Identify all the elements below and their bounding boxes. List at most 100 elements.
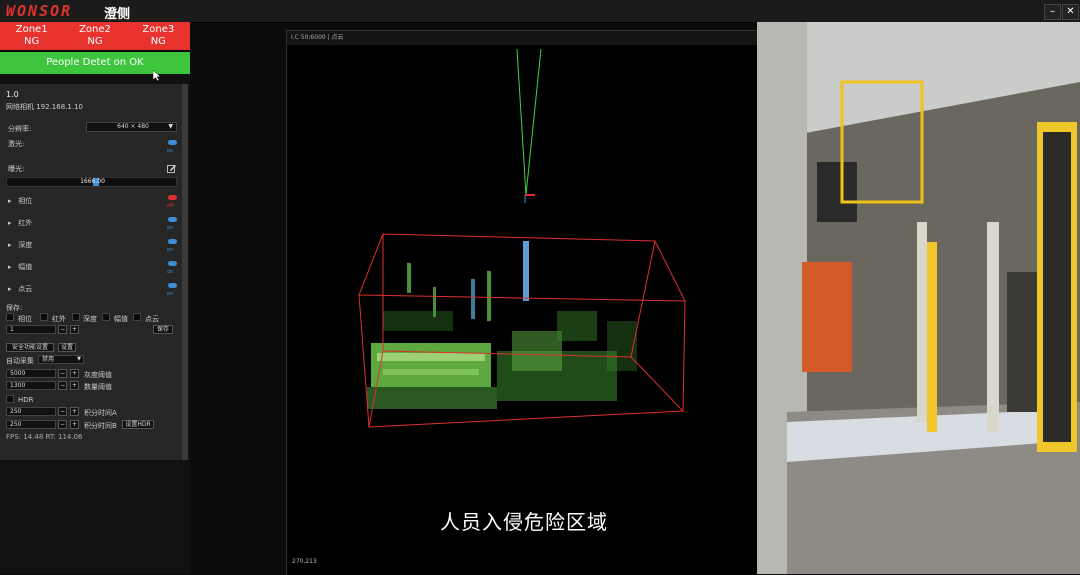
- layer-infrared-label: 红外: [18, 219, 33, 227]
- integration-b-input[interactable]: 250: [6, 420, 56, 429]
- layer-phase-toggle[interactable]: [168, 195, 177, 200]
- layer-depth-state: on: [167, 247, 174, 253]
- zone-2-name: Zone2: [79, 24, 111, 35]
- save-pointcloud-checkbox[interactable]: [133, 313, 141, 321]
- save-amplitude-checkbox[interactable]: [102, 313, 110, 321]
- point-cloud-canvas[interactable]: [287, 31, 757, 575]
- save-amplitude-label: 幅值: [114, 315, 128, 323]
- device-ip: 网络相机 192.168.1.10: [6, 103, 83, 111]
- layer-pointcloud-toggle[interactable]: [168, 283, 177, 288]
- integration-a-decrement[interactable]: −: [58, 407, 67, 416]
- save-count-decrement[interactable]: −: [58, 325, 67, 334]
- integration-b-label: 积分时间B: [84, 422, 117, 430]
- auto-collect-label: 自动采集: [6, 357, 34, 365]
- zone-3-status: NG: [150, 36, 166, 47]
- title-bar: WONSOR 澄侧 – ✕: [0, 0, 1080, 23]
- fps-readout: FPS: 14.48 RT: 114.06: [6, 433, 83, 441]
- settings-scrollbar[interactable]: [182, 84, 188, 460]
- point-cloud-viewer[interactable]: I.C 50:6000 | 点云: [286, 30, 761, 575]
- layer-infrared-state: on: [167, 225, 174, 231]
- layer-amplitude-state: on: [167, 269, 174, 275]
- zone-1-name: Zone1: [15, 24, 48, 35]
- edit-icon[interactable]: [167, 164, 176, 173]
- exposure-slider[interactable]: 1666.00: [6, 177, 177, 187]
- save-button[interactable]: 保存: [153, 325, 173, 334]
- set-hdr-button[interactable]: 设置HDR: [122, 420, 154, 429]
- brand-suffix: 澄侧: [104, 7, 131, 22]
- save-phase-label: 相位: [18, 315, 32, 323]
- layer-infrared-toggle[interactable]: [168, 217, 177, 222]
- exposure-value: 1666.00: [80, 178, 105, 185]
- layer-row-amplitude[interactable]: ▸ 幅值: [8, 262, 32, 272]
- chevron-down-icon: ▼: [168, 123, 173, 130]
- resolution-value: 640 × 480: [117, 123, 149, 130]
- layer-row-phase[interactable]: ▸ 相位: [8, 196, 32, 206]
- camera-feed-image: [757, 22, 1080, 574]
- count-threshold-decrement[interactable]: −: [58, 381, 67, 390]
- zone-1: Zone1 NG: [0, 22, 63, 50]
- hdr-label: HDR: [18, 396, 34, 404]
- zone-status-bar: Zone1 NG Zone2 NG Zone3 NG: [0, 22, 190, 50]
- integration-b-increment[interactable]: +: [70, 420, 79, 429]
- resolution-select[interactable]: 640 × 480 ▼: [86, 122, 177, 132]
- integration-a-label: 积分时间A: [84, 409, 117, 417]
- count-threshold-label: 数量阈值: [84, 383, 112, 391]
- auto-collect-value: 禁用: [42, 356, 55, 363]
- layer-row-infrared[interactable]: ▸ 红外: [8, 218, 32, 228]
- chevron-down-icon: ▼: [77, 356, 81, 362]
- auto-collect-select[interactable]: 禁用 ▼: [38, 355, 84, 364]
- integration-a-input[interactable]: 250: [6, 407, 56, 416]
- device-version: 1.0: [6, 90, 19, 99]
- gray-threshold-increment[interactable]: +: [70, 369, 79, 378]
- axis-line: [525, 48, 542, 196]
- laser-label: 激光:: [8, 140, 25, 148]
- gray-threshold-input[interactable]: 5000: [6, 369, 56, 378]
- save-count-increment[interactable]: +: [70, 325, 79, 334]
- save-label: 保存:: [6, 304, 23, 312]
- close-button[interactable]: ✕: [1062, 4, 1079, 20]
- layer-pointcloud-state: on: [167, 291, 174, 297]
- layer-row-pointcloud[interactable]: ▸ 点云: [8, 284, 32, 294]
- save-count-input[interactable]: 1: [6, 325, 56, 334]
- safety-settings-button[interactable]: 安全功能设置: [6, 343, 54, 352]
- settings-panel: 1.0 网络相机 192.168.1.10 分辨率: 640 × 480 ▼ 激…: [0, 84, 182, 460]
- save-depth-checkbox[interactable]: [72, 313, 80, 321]
- save-phase-checkbox[interactable]: [6, 313, 14, 321]
- layer-depth-toggle[interactable]: [168, 239, 177, 244]
- laser-toggle-state: on: [167, 148, 174, 154]
- exposure-label: 曝光:: [8, 165, 25, 173]
- save-depth-label: 深度: [83, 315, 97, 323]
- resolution-label: 分辨率:: [8, 125, 32, 133]
- layer-phase-label: 相位: [18, 197, 33, 205]
- viewer-coordinates: 270,213: [292, 558, 317, 565]
- axis-line: [516, 48, 527, 196]
- brand-logo: WONSOR: [6, 2, 73, 20]
- intrusion-caption: 人员入侵危险区域: [440, 510, 608, 534]
- save-pointcloud-label: 点云: [145, 315, 159, 323]
- layer-amplitude-label: 幅值: [18, 263, 33, 271]
- zone-2-status: NG: [87, 36, 103, 47]
- layer-row-depth[interactable]: ▸ 深度: [8, 240, 32, 250]
- zone-1-status: NG: [24, 36, 40, 47]
- zone-3-name: Zone3: [142, 24, 175, 35]
- layer-phase-state: off: [167, 203, 174, 209]
- gray-threshold-decrement[interactable]: −: [58, 369, 67, 378]
- point-cloud-points: [367, 241, 637, 409]
- hdr-checkbox[interactable]: [6, 395, 14, 403]
- count-threshold-input[interactable]: 1300: [6, 381, 56, 390]
- count-threshold-increment[interactable]: +: [70, 381, 79, 390]
- gray-threshold-label: 灰度阈值: [84, 371, 112, 379]
- laser-toggle[interactable]: [168, 140, 177, 145]
- layer-pointcloud-label: 点云: [18, 285, 33, 293]
- integration-b-decrement[interactable]: −: [58, 420, 67, 429]
- zone-2: Zone2 NG: [63, 22, 126, 50]
- layer-depth-label: 深度: [18, 241, 33, 249]
- minimize-button[interactable]: –: [1044, 4, 1061, 20]
- layer-amplitude-toggle[interactable]: [168, 261, 177, 266]
- zone-3: Zone3 NG: [127, 22, 190, 50]
- mouse-cursor-icon: [153, 70, 162, 82]
- save-infrared-label: 红外: [52, 315, 66, 323]
- safety-set-button[interactable]: 设置: [58, 343, 76, 352]
- integration-a-increment[interactable]: +: [70, 407, 79, 416]
- save-infrared-checkbox[interactable]: [40, 313, 48, 321]
